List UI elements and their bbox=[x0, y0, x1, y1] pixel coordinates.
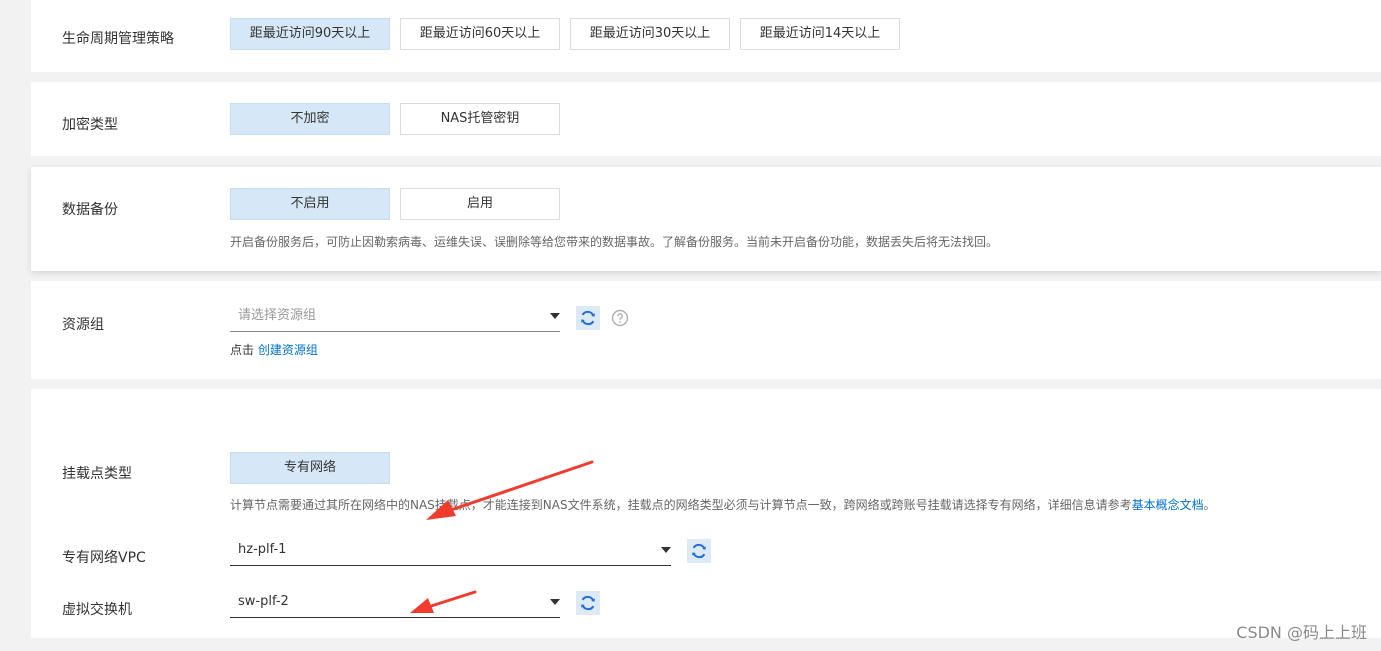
backup-section: 数据备份 不启用 启用 开启备份服务后，可防止因勒索病毒、运维失误、误删除等给您… bbox=[31, 167, 1381, 271]
backup-option-enabled[interactable]: 启用 bbox=[400, 188, 560, 220]
mount-help-end: 。 bbox=[1203, 498, 1216, 512]
caret-down-icon bbox=[661, 547, 671, 553]
resource-group-select[interactable]: 请选择资源组 bbox=[230, 300, 560, 332]
encryption-option-nas-key[interactable]: NAS托管密钥 bbox=[400, 103, 560, 135]
backup-option-disabled[interactable]: 不启用 bbox=[230, 188, 390, 220]
lifecycle-option-14[interactable]: 距最近访问14天以上 bbox=[740, 18, 900, 50]
basic-concepts-link[interactable]: 基本概念文档 bbox=[1132, 498, 1204, 512]
mount-help-body: 计算节点需要通过其所在网络中的NAS挂载点，才能连接到NAS文件系统，挂载点的网… bbox=[230, 498, 1132, 512]
refresh-icon bbox=[581, 310, 595, 326]
refresh-icon bbox=[692, 543, 706, 559]
caret-down-icon bbox=[550, 313, 560, 319]
backup-label: 数据备份 bbox=[62, 202, 118, 218]
resource-group-label: 资源组 bbox=[62, 317, 104, 333]
vswitch-select[interactable]: sw-plf-2 bbox=[230, 586, 560, 618]
backup-help-text: 开启备份服务后，可防止因勒索病毒、运维失误、误删除等给您带来的数据事故。了解备份… bbox=[230, 235, 999, 249]
lifecycle-option-90[interactable]: 距最近访问90天以上 bbox=[230, 18, 390, 50]
resource-group-refresh-button[interactable] bbox=[576, 306, 600, 330]
vpc-value: hz-plf-1 bbox=[238, 542, 287, 557]
vswitch-label: 虚拟交换机 bbox=[62, 602, 132, 618]
create-resource-group-prefix: 点击 bbox=[230, 343, 255, 357]
vswitch-value: sw-plf-2 bbox=[238, 594, 289, 609]
watermark: CSDN @码上上班 bbox=[1236, 623, 1367, 642]
mount-help-text: 计算节点需要通过其所在网络中的NAS挂载点，才能连接到NAS文件系统，挂载点的网… bbox=[230, 496, 1216, 513]
encryption-label: 加密类型 bbox=[62, 117, 118, 133]
question-icon[interactable] bbox=[611, 309, 629, 327]
lifecycle-label: 生命周期管理策略 bbox=[62, 31, 174, 47]
refresh-icon bbox=[581, 595, 595, 611]
vswitch-refresh-button[interactable] bbox=[576, 591, 600, 615]
resource-group-section: 资源组 请选择资源组 点击 创建资源组 bbox=[31, 281, 1381, 379]
nas-create-form: 生命周期管理策略 距最近访问90天以上 距最近访问60天以上 距最近访问30天以… bbox=[0, 0, 1381, 651]
create-resource-group-line: 点击 创建资源组 bbox=[230, 341, 318, 358]
vpc-label: 专有网络VPC bbox=[62, 550, 146, 566]
vpc-refresh-button[interactable] bbox=[687, 539, 711, 563]
lifecycle-section: 生命周期管理策略 距最近访问90天以上 距最近访问60天以上 距最近访问30天以… bbox=[31, 0, 1381, 72]
mount-type-option-vpc[interactable]: 专有网络 bbox=[230, 452, 390, 484]
mount-section: 挂载点类型 专有网络 计算节点需要通过其所在网络中的NAS挂载点，才能连接到NA… bbox=[31, 389, 1381, 638]
encryption-section: 加密类型 不加密 NAS托管密钥 bbox=[31, 82, 1381, 156]
caret-down-icon bbox=[550, 599, 560, 605]
lifecycle-option-60[interactable]: 距最近访问60天以上 bbox=[400, 18, 560, 50]
mount-type-label: 挂载点类型 bbox=[62, 466, 132, 482]
lifecycle-option-30[interactable]: 距最近访问30天以上 bbox=[570, 18, 730, 50]
create-resource-group-link[interactable]: 创建资源组 bbox=[258, 343, 318, 357]
resource-group-placeholder: 请选择资源组 bbox=[238, 308, 317, 323]
vpc-select[interactable]: hz-plf-1 bbox=[230, 534, 671, 566]
encryption-option-none[interactable]: 不加密 bbox=[230, 103, 390, 135]
